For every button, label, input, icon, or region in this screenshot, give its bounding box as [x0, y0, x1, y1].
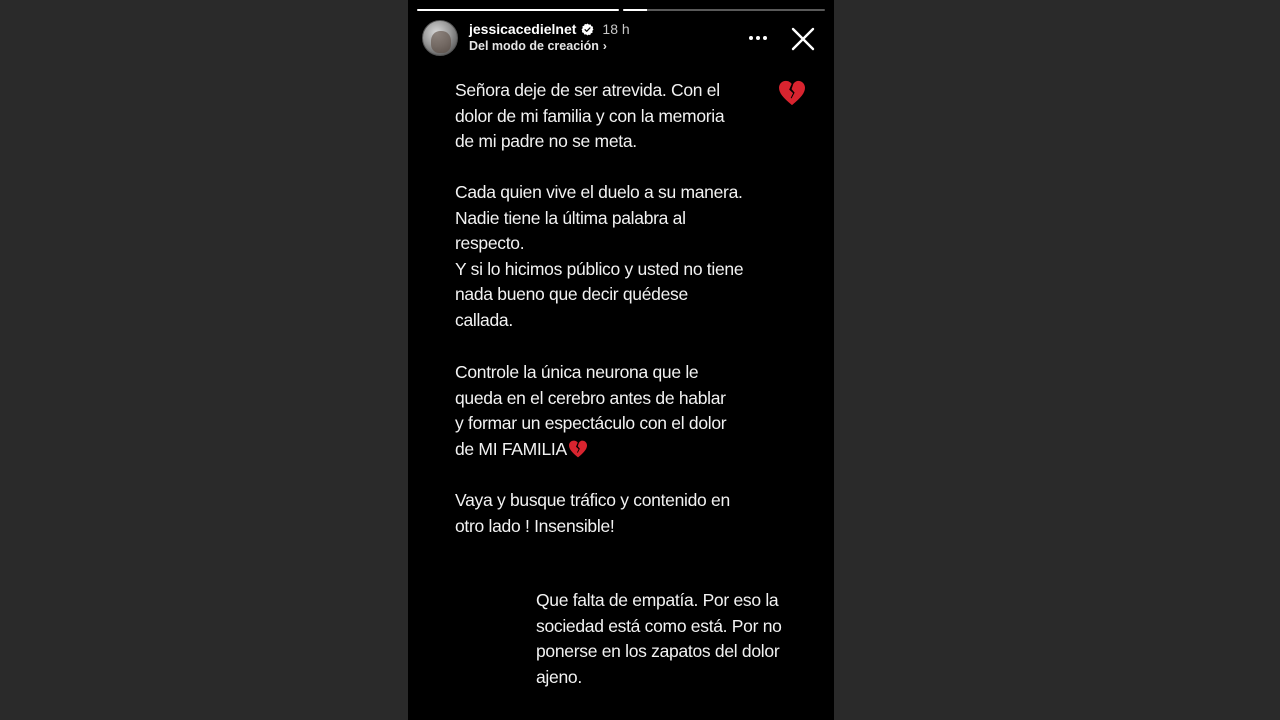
text-line: callada. — [455, 309, 513, 330]
username[interactable]: jessicacedielnet — [469, 21, 576, 37]
user-line: jessicacedielnet 18 h — [469, 21, 630, 37]
text-line: Y si lo hicimos público y usted no tiene — [455, 258, 744, 279]
text-line: de MI FAMILIA — [455, 438, 567, 459]
text-line: Cada quien vive el duelo a su manera. — [455, 182, 743, 202]
text-line: sociedad está como está. Por no — [536, 615, 782, 636]
verified-badge-icon — [581, 23, 594, 35]
broken-heart-icon — [568, 440, 587, 458]
story-progress-bar — [417, 9, 825, 11]
text-line: Nadie tiene la última palabra al — [455, 207, 686, 228]
text-line: y formar un espectáculo con el dolor — [455, 413, 727, 434]
story-paragraph-3: Controle la única neurona que le queda e… — [455, 360, 755, 462]
creation-mode-label: Del modo de creación — [469, 39, 599, 53]
progress-segment — [417, 9, 619, 11]
text-line: ajeno. — [536, 666, 582, 687]
chevron-right-icon: › — [602, 39, 607, 53]
story-header: jessicacedielnet 18 h Del modo de creaci… — [422, 20, 824, 58]
text-line: Que falta de empatía. Por eso la — [536, 590, 779, 610]
story-paragraph-4: Vaya y busque tráfico y contenido en otr… — [455, 488, 755, 539]
more-options-button[interactable] — [747, 28, 769, 48]
story-quoted-comment: Que falta de empatía. Por eso la socieda… — [536, 588, 796, 690]
progress-segment — [623, 9, 825, 11]
text-line: dolor de mi familia y con la memoria — [455, 105, 725, 126]
avatar[interactable] — [422, 20, 458, 56]
story-paragraph-2: Cada quien vive el duelo a su manera. Na… — [455, 180, 755, 334]
text-line: queda en el cerebro antes de hablar — [455, 387, 726, 408]
text-line: de mi padre no se meta. — [455, 131, 637, 152]
close-icon[interactable] — [790, 26, 816, 52]
text-line: Vaya y busque tráfico y contenido en — [455, 490, 730, 510]
creation-mode-link[interactable]: Del modo de creación › — [469, 39, 607, 53]
post-time: 18 h — [602, 21, 630, 37]
text-line: ponerse en los zapatos del dolor — [536, 641, 780, 662]
text-line-with-emoji: de MI FAMILIA — [455, 437, 755, 463]
text-line: nada bueno que decir quédese — [455, 284, 688, 305]
text-line: respecto. — [455, 233, 525, 254]
text-line: Controle la única neurona que le — [455, 362, 699, 382]
text-line: Señora deje de ser atrevida. Con el — [455, 80, 720, 100]
text-line: otro lado ! Insensible! — [455, 515, 615, 536]
more-options-icon — [749, 36, 753, 40]
story-paragraph-1: Señora deje de ser atrevida. Con el dolo… — [455, 78, 755, 155]
broken-heart-icon — [779, 80, 805, 106]
